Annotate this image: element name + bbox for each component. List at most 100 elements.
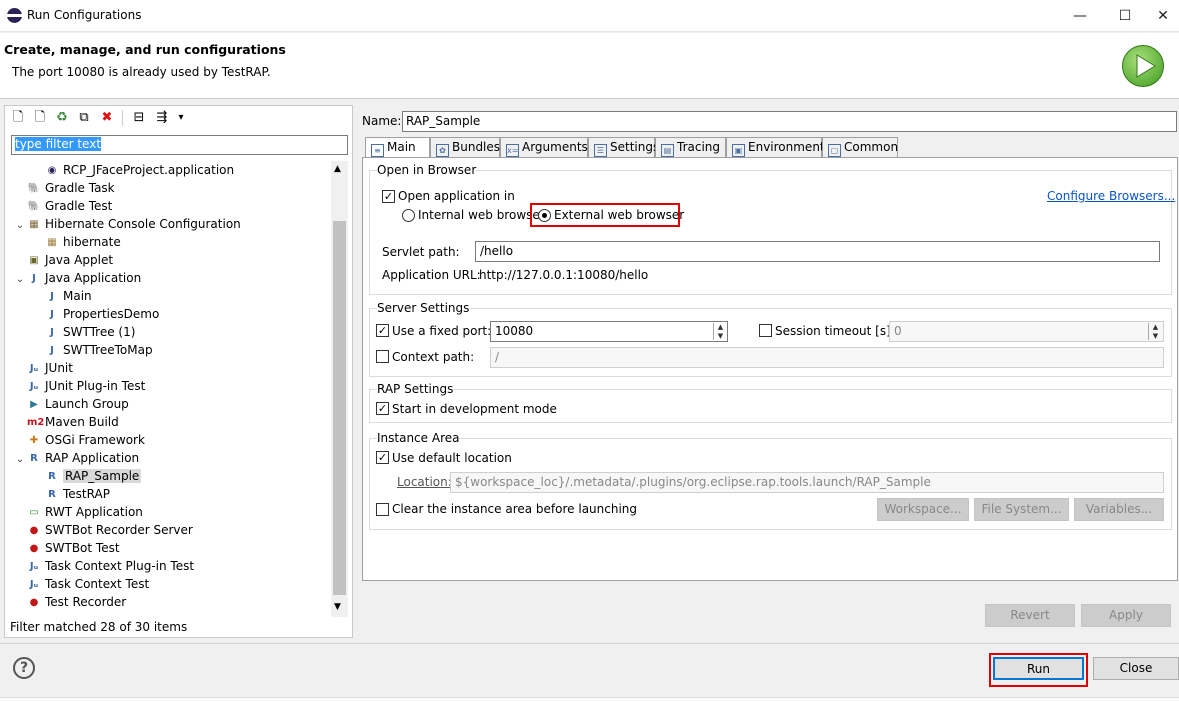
collapse-all-icon[interactable]: ⊟	[131, 110, 147, 126]
expand-toggle-icon[interactable]: ⌄	[13, 217, 27, 235]
tree-item[interactable]: ● SWTBot Recorder Server	[13, 521, 193, 539]
delete-icon[interactable]: ✖	[99, 110, 115, 126]
tree-item-label: OSGi Framework	[45, 433, 145, 447]
file-system-button[interactable]: File System...	[974, 498, 1069, 521]
junit-plugin-icon: Jᵤ	[29, 380, 39, 392]
tree-item[interactable]: ● SWTBot Test	[13, 539, 120, 557]
tree-item[interactable]: 🐘 Gradle Task	[13, 179, 115, 197]
tree-item[interactable]: ⌄ R RAP Application	[13, 449, 139, 467]
tree-item[interactable]: ▭ RWT Application	[13, 503, 143, 521]
tab-bundles[interactable]: ✿ Bundles	[430, 137, 500, 158]
hibernate-icon: ▦	[29, 218, 39, 230]
internal-browser-radio[interactable]	[402, 209, 415, 222]
view-menu-icon[interactable]: ▾	[173, 110, 189, 126]
default-location-label: Use default location	[392, 451, 512, 465]
header-title: Create, manage, and run configurations	[4, 42, 286, 57]
revert-button[interactable]: Revert	[985, 604, 1075, 627]
tree-scroll-thumb[interactable]	[333, 221, 346, 595]
tree-item[interactable]: ◉ RCP_JFaceProject.application	[45, 161, 234, 179]
port-input[interactable]: 10080	[490, 321, 728, 342]
tree-item[interactable]: J PropertiesDemo	[45, 305, 159, 323]
external-browser-radio[interactable]	[538, 209, 551, 222]
tree-item-label: TestRAP	[63, 487, 110, 501]
close-window-button[interactable]: ✕	[1147, 0, 1179, 32]
tab-environment[interactable]: ▣ Environment	[726, 137, 825, 158]
java-app-icon: J	[50, 308, 54, 320]
tree-item[interactable]: ▶ Launch Group	[13, 395, 129, 413]
tab-common[interactable]: ▢ Common	[822, 137, 898, 158]
default-location-checkbox[interactable]: ✓	[376, 451, 389, 464]
tree-item[interactable]: J SWTTreeToMap	[45, 341, 152, 359]
context-path-checkbox[interactable]	[376, 350, 389, 363]
workspace-button[interactable]: Workspace...	[877, 498, 969, 521]
clear-instance-checkbox[interactable]	[376, 503, 389, 516]
open-in-checkbox[interactable]: ✓	[382, 190, 395, 203]
tab-settings[interactable]: ☰ Settings	[588, 137, 659, 158]
tree-item[interactable]: ● Test Recorder	[13, 593, 127, 611]
tree-item[interactable]: J Main	[45, 287, 92, 305]
variables-button[interactable]: Variables...	[1074, 498, 1164, 521]
name-label: Name:	[362, 114, 402, 128]
tree-item[interactable]: 🐘 Gradle Test	[13, 197, 113, 215]
servlet-path-input[interactable]: /hello	[475, 241, 1160, 262]
tree-item[interactable]: Jᵤ JUnit	[13, 359, 73, 377]
export-icon[interactable]: ♻	[54, 110, 70, 126]
help-icon[interactable]: ?	[13, 657, 35, 679]
tab-label: Bundles	[452, 140, 501, 154]
run-button[interactable]: Run	[993, 657, 1084, 680]
tree-item[interactable]: ▣ Java Applet	[13, 251, 113, 269]
rap-icon: R	[30, 452, 38, 464]
tree-item[interactable]: Jᵤ JUnit Plug-in Test	[13, 377, 145, 395]
fixed-port-checkbox[interactable]: ✓	[376, 324, 389, 337]
tree-item[interactable]: ⌄ J Java Application	[13, 269, 141, 287]
tree-item[interactable]: R RAP_Sample	[45, 467, 142, 485]
new-prototype-icon[interactable]: 🗋	[32, 110, 48, 126]
port-spinner[interactable]: ▲ ▼	[713, 323, 727, 340]
tree-item[interactable]: J SWTTree (1)	[45, 323, 135, 341]
configure-browsers-link-text[interactable]: Configure Browsers...	[1047, 189, 1175, 203]
session-timeout-input[interactable]: 0	[889, 321, 1164, 342]
external-browser-label: External web browser	[554, 208, 685, 222]
expand-toggle-icon[interactable]: ⌄	[13, 271, 27, 289]
name-input[interactable]: RAP_Sample	[402, 111, 1177, 132]
expand-toggle-icon[interactable]: ⌄	[13, 451, 27, 469]
tree-item[interactable]: R TestRAP	[45, 485, 110, 503]
eclipse-icon-stripe	[7, 14, 22, 17]
tab-label: Arguments	[522, 140, 588, 154]
scroll-up-icon[interactable]: ▲	[334, 164, 341, 174]
session-spinner[interactable]: ▲ ▼	[1148, 323, 1162, 340]
session-timeout-checkbox[interactable]	[759, 324, 772, 337]
tree-item-label: Task Context Test	[45, 577, 150, 591]
maximize-button[interactable]: ☐	[1102, 0, 1148, 32]
tab-main[interactable]: ≡ Main	[365, 137, 430, 159]
configuration-tree[interactable]: ◉ RCP_JFaceProject.application 🐘 Gradle Tas…	[11, 161, 329, 617]
tree-item[interactable]: m2Maven Build	[13, 413, 119, 431]
scroll-down-icon[interactable]: ▼	[334, 602, 341, 612]
tab-label: Settings	[610, 140, 660, 154]
location-input[interactable]: ${workspace_loc}/.metadata/.plugins/org.…	[450, 472, 1164, 493]
tree-item[interactable]: ⌄ ▦ Hibernate Console Configuration	[13, 215, 241, 233]
bottom-divider	[0, 643, 1179, 644]
filter-icon[interactable]: ⇶	[154, 110, 170, 126]
application-url-label: Application URL:	[382, 268, 481, 282]
tab-tracing[interactable]: ▤ Tracing	[655, 137, 726, 158]
close-button[interactable]: Close	[1093, 657, 1179, 680]
tree-item-label: Maven Build	[45, 415, 119, 429]
junit-icon: Jᵤ	[29, 362, 39, 374]
tree-item[interactable]: Jᵤ Task Context Plug-in Test	[13, 557, 194, 575]
apply-button[interactable]: Apply	[1081, 604, 1171, 627]
tree-item[interactable]: ✚ OSGi Framework	[13, 431, 145, 449]
minimize-button[interactable]: —	[1057, 0, 1103, 32]
tree-item[interactable]: Jᵤ Task Context Test	[13, 575, 149, 593]
filter-input[interactable]: type filter text	[11, 135, 348, 155]
tree-item[interactable]: ▦ hibernate	[45, 233, 120, 251]
configure-browsers-link[interactable]: Configure Browsers...	[1047, 189, 1175, 203]
context-path-input[interactable]: /	[490, 347, 1164, 368]
dev-mode-checkbox[interactable]: ✓	[376, 402, 389, 415]
duplicate-icon[interactable]: ⧉	[76, 110, 92, 126]
open-in-label: Open application in	[398, 189, 515, 203]
common-tab-icon: ▢	[828, 144, 841, 157]
junit-plugin-icon: Jᵤ	[29, 560, 39, 572]
new-config-icon[interactable]: 🗋	[10, 110, 26, 126]
tab-arguments[interactable]: x= Arguments	[500, 137, 588, 158]
